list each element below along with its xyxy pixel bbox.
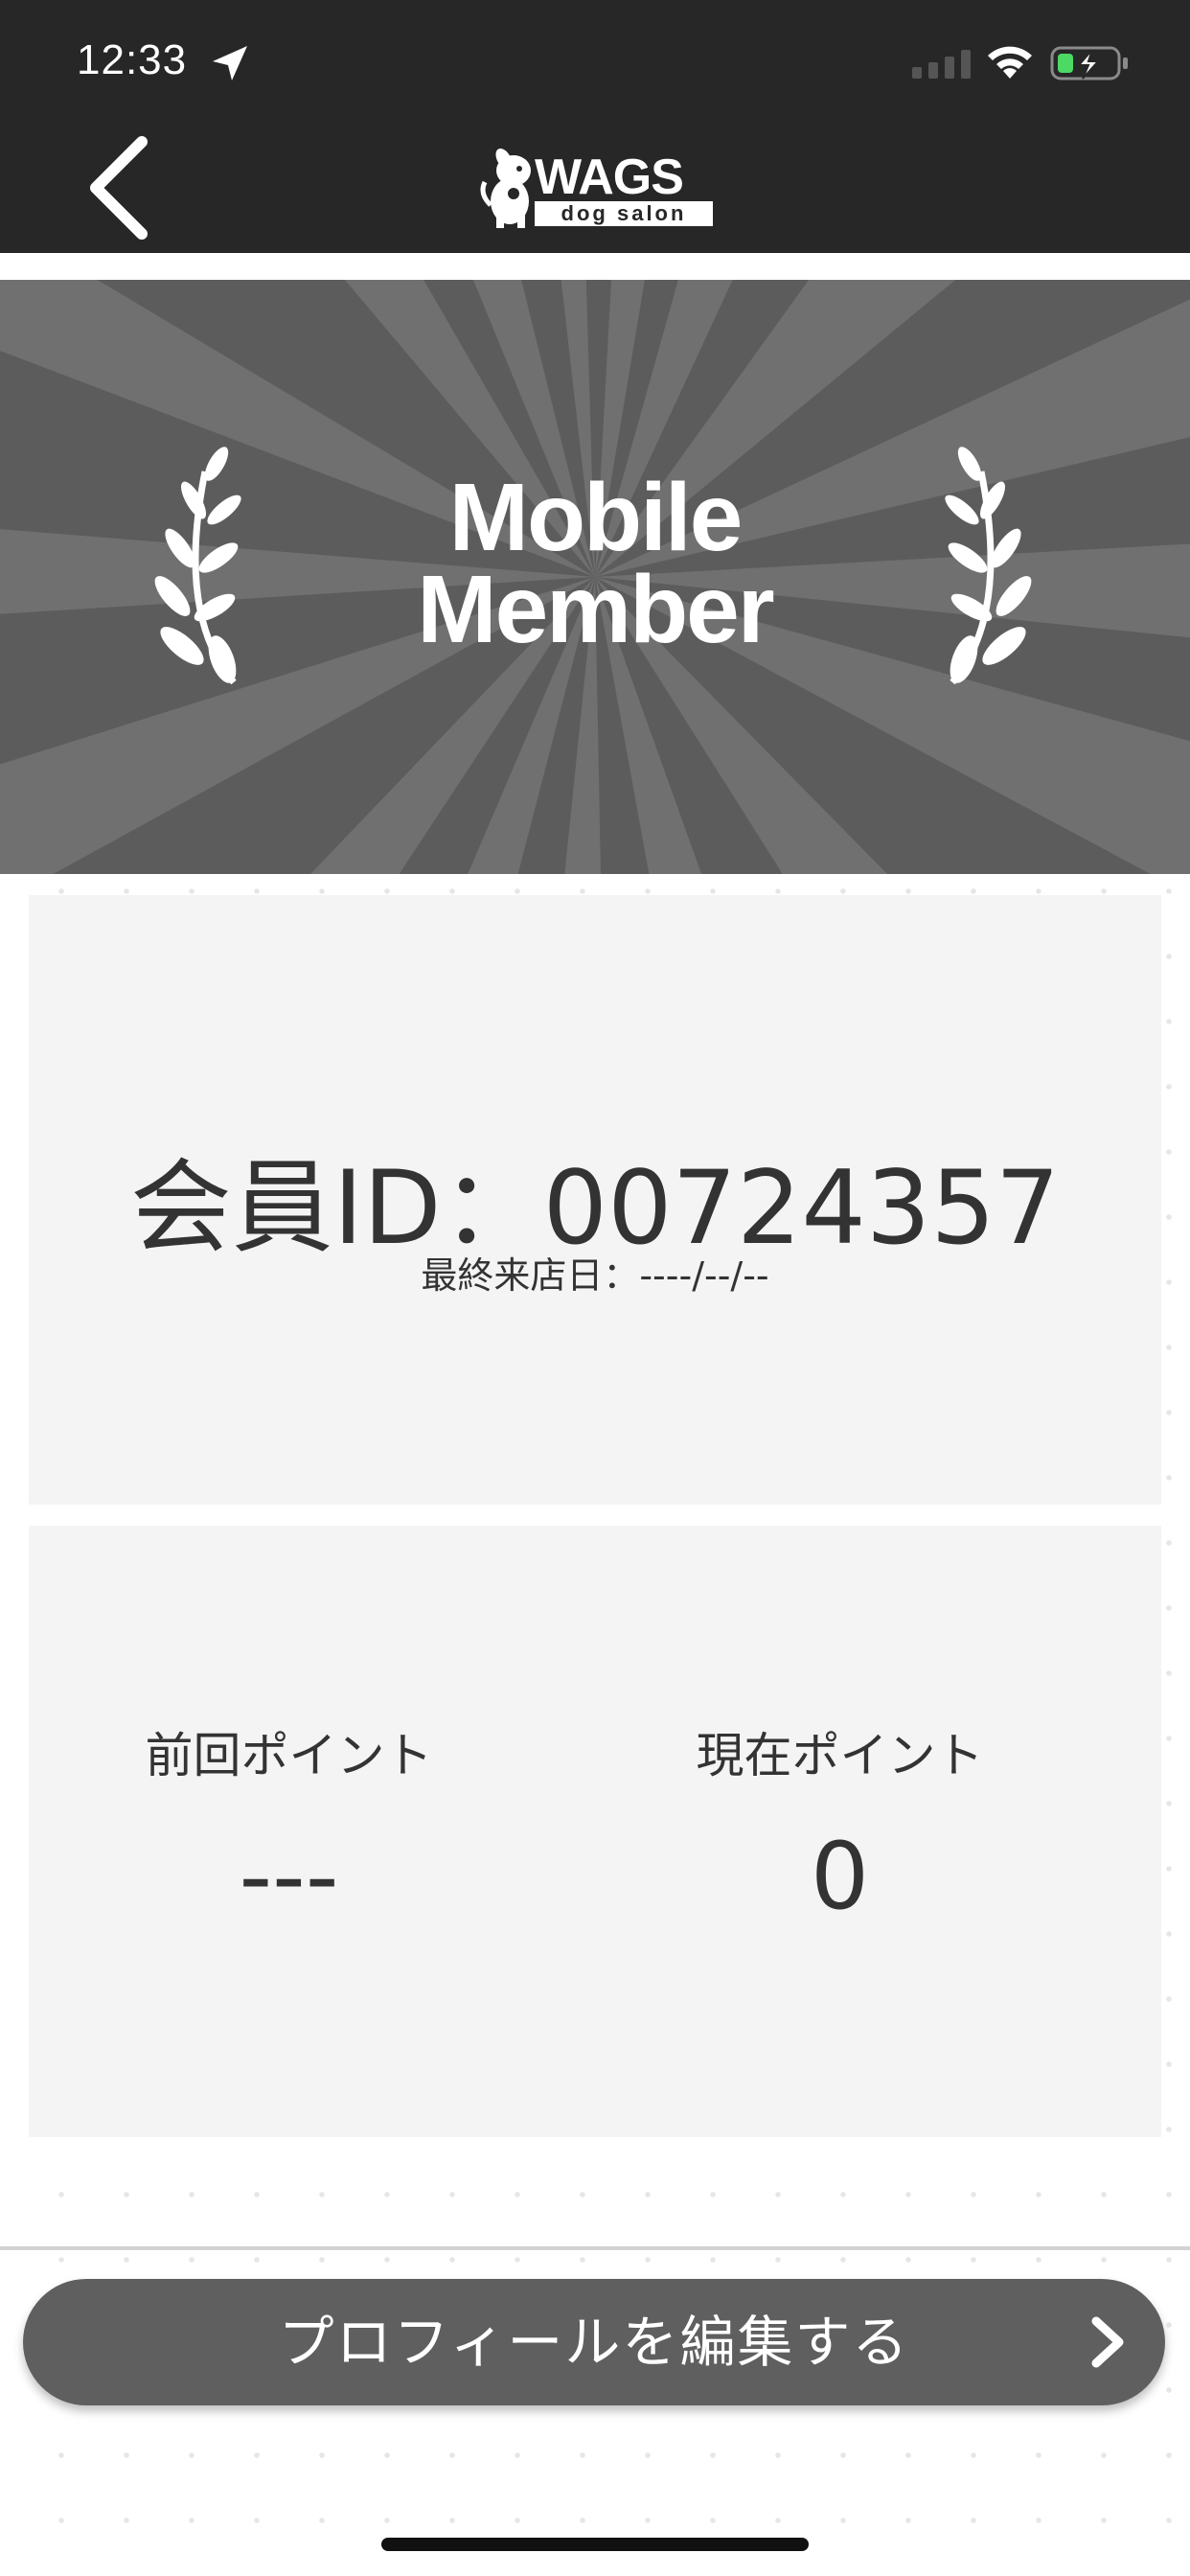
svg-text:WAGS: WAGS xyxy=(535,150,683,205)
current-points-label: 現在ポイント xyxy=(696,1728,984,1783)
chevron-right-icon xyxy=(1091,2316,1124,2368)
wags-logo: WAGS dog salon xyxy=(480,149,713,228)
previous-points-value: --- xyxy=(239,1823,339,1930)
current-points: 現在ポイント 0 xyxy=(595,1717,1161,1930)
previous-points-label: 前回ポイント xyxy=(145,1728,433,1783)
battery-charging-icon xyxy=(1050,46,1128,80)
banner-title-line2: Member xyxy=(417,556,774,663)
banner-title-line1: Mobile xyxy=(448,464,744,571)
member-id-card: 会員ID：00724357 最終来店日：----/--/-- xyxy=(29,895,1161,1505)
svg-text:dog salon: dog salon xyxy=(561,201,687,225)
status-time: 12:33 xyxy=(77,36,188,83)
last-visit-date: 最終来店日：----/--/-- xyxy=(421,1254,769,1297)
edit-profile-label: プロフィールを編集する xyxy=(278,2310,910,2375)
divider xyxy=(0,2246,1190,2250)
location-arrow-icon xyxy=(213,46,247,80)
back-chevron-icon[interactable] xyxy=(82,134,159,249)
banner-title: Mobile Member xyxy=(0,464,1190,663)
current-points-value: 0 xyxy=(810,1823,870,1930)
top-bar: 12:33 WAGS dog salon xyxy=(0,0,1190,253)
previous-points: 前回ポイント --- xyxy=(29,1717,595,1930)
wifi-icon xyxy=(988,46,1032,79)
mobile-member-banner: Mobile Member xyxy=(0,280,1190,874)
cellular-signal-icon xyxy=(912,50,971,79)
edit-profile-button[interactable]: プロフィールを編集する xyxy=(23,2279,1165,2405)
home-indicator[interactable] xyxy=(381,2538,809,2551)
points-card: 前回ポイント --- 現在ポイント 0 xyxy=(29,1526,1161,2137)
